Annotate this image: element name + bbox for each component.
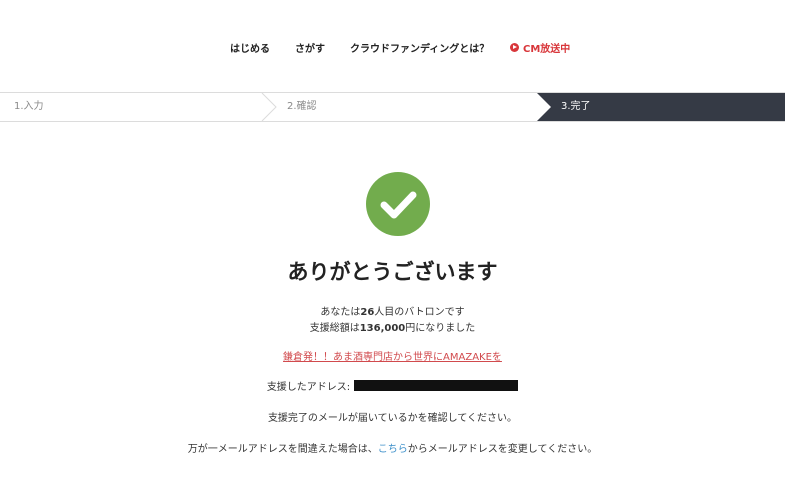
step-complete: 3.完了	[561, 101, 591, 112]
amount-prefix: 支援総額は	[309, 323, 360, 334]
play-circle-icon	[510, 43, 519, 52]
step-confirm: 2.確認	[287, 101, 317, 112]
change-prefix: 万が一メールアドレスを間違えた場合は、	[187, 444, 378, 455]
amount-suffix: 円になりました	[405, 323, 476, 334]
nav-item-start[interactable]: はじめる	[230, 40, 270, 55]
step-progress-arrows	[261, 93, 785, 121]
top-nav: はじめる さがす クラウドファンディングとは？ CM放送中	[0, 40, 785, 56]
step-input: 1.入力	[14, 101, 44, 112]
total-amount-line: 支援総額は136,000円になりました	[0, 319, 785, 334]
check-circle-icon	[366, 172, 430, 236]
nav-item-about-crowdfunding[interactable]: クラウドファンディングとは？	[350, 40, 489, 55]
thank-you-heading: ありがとうございます	[287, 260, 498, 284]
nav-item-cm[interactable]: CM放送中	[510, 40, 570, 55]
mail-notice-line: 支援完了のメールが届いているかを確認してください。	[267, 413, 518, 424]
supported-address-line: 支援したアドレス:	[0, 378, 785, 393]
amount-value: 136,000	[359, 323, 406, 334]
redacted-email	[354, 380, 519, 391]
baton-count: 26	[360, 307, 375, 318]
change-email-link[interactable]: こちら	[378, 444, 408, 455]
project-link-line: 鎌倉発！！あま酒専門店から世界にAMAZAKEを	[0, 348, 785, 363]
step-progress: 1.入力 2.確認 3.完了	[0, 92, 785, 122]
baton-count-line: あなたは26人目のバトロンです	[0, 303, 785, 318]
change-suffix: からメールアドレスを変更してください。	[407, 444, 598, 455]
baton-suffix: 人目のバトロンです	[374, 307, 465, 318]
change-email-line: 万が一メールアドレスを間違えた場合は、こちらからメールアドレスを変更してください…	[0, 440, 785, 455]
project-link[interactable]: 鎌倉発！！あま酒専門店から世界にAMAZAKEを	[283, 352, 502, 363]
baton-prefix: あなたは	[320, 307, 361, 318]
nav-item-search[interactable]: さがす	[295, 40, 325, 55]
nav-cm-label: CM放送中	[523, 44, 571, 55]
address-label: 支援したアドレス:	[266, 382, 351, 393]
